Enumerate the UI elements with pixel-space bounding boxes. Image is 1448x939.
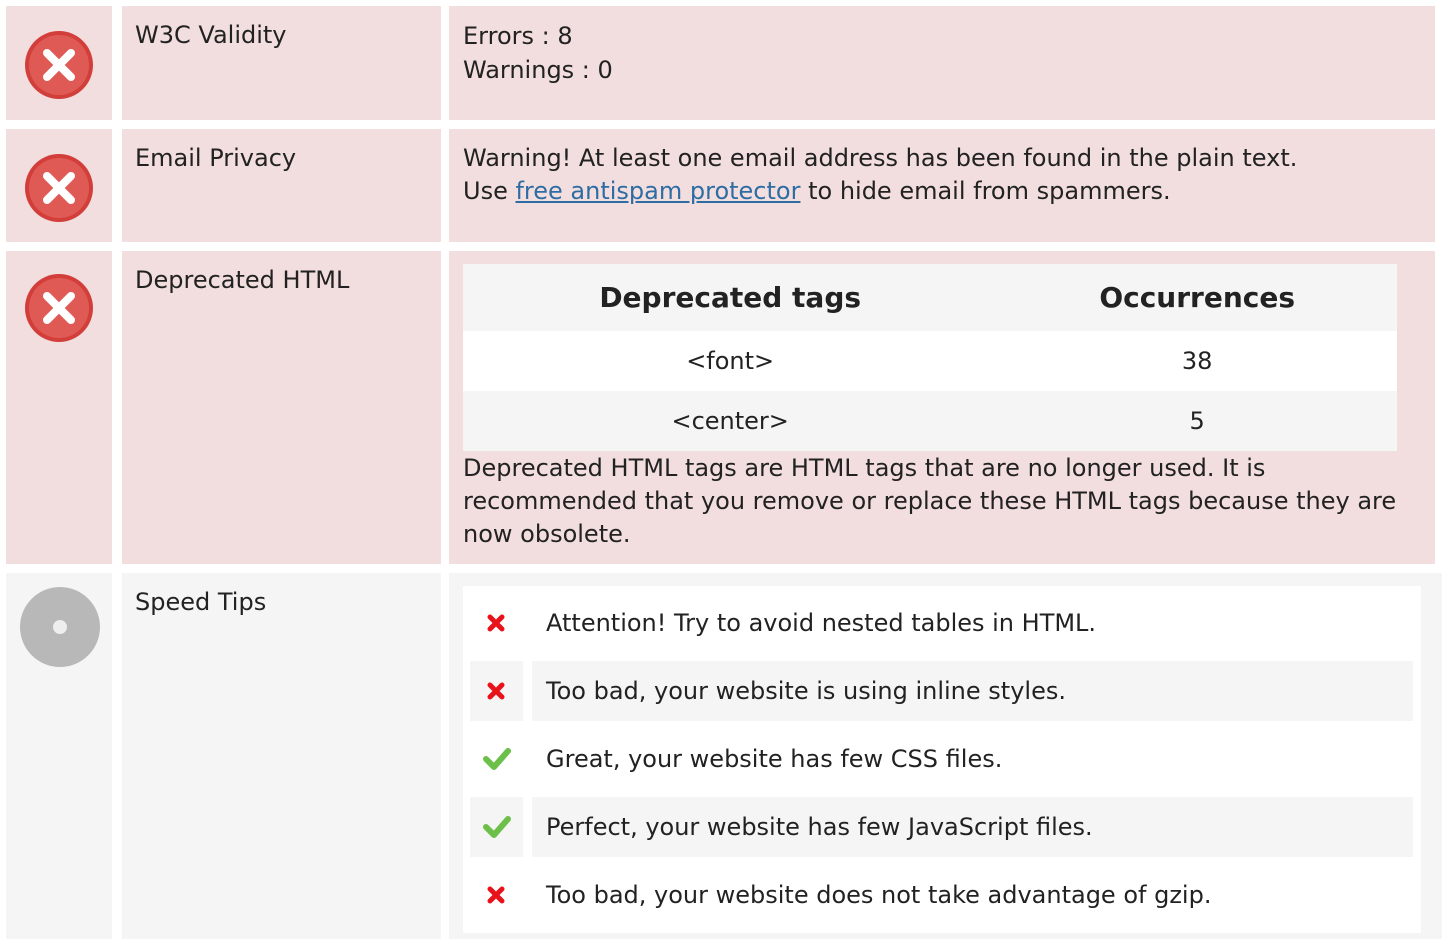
speed-tips-list: Attention! Try to avoid nested tables in…	[463, 586, 1421, 933]
result-cell: Warning! At least one email address has …	[449, 129, 1435, 242]
list-item: Too bad, your website does not take adva…	[470, 865, 1413, 925]
cross-icon	[470, 661, 523, 721]
neutral-status-icon	[20, 587, 100, 667]
check-label: Deprecated HTML	[135, 266, 350, 294]
email-advice: Use free antispam protector to hide emai…	[463, 177, 1171, 205]
check-label: Email Privacy	[135, 144, 297, 172]
count-cell: 5	[997, 391, 1397, 451]
label-cell: Deprecated HTML	[122, 251, 441, 564]
deprecated-description: Deprecated HTML tags are HTML tags that …	[463, 454, 1397, 548]
error-icon	[25, 154, 93, 222]
tip-text: Too bad, your website is using inline st…	[532, 661, 1413, 721]
tip-text: Great, your website has few CSS files.	[546, 745, 1003, 773]
deprecated-html-row: Deprecated HTML Deprecated tags Occurren…	[0, 251, 1448, 564]
result-cell: Deprecated tags Occurrences <font> 38 <c…	[449, 251, 1435, 564]
antispam-link[interactable]: free antispam protector	[515, 177, 800, 205]
status-cell	[6, 6, 112, 120]
list-item: Great, your website has few CSS files.	[470, 729, 1413, 789]
label-cell: Speed Tips	[122, 573, 441, 939]
list-item: Attention! Try to avoid nested tables in…	[470, 593, 1413, 653]
email-privacy-row: Email Privacy Warning! At least one emai…	[0, 129, 1448, 242]
label-cell: Email Privacy	[122, 129, 441, 242]
tip-text: Too bad, your website does not take adva…	[546, 881, 1212, 909]
speed-tips-row: Speed Tips Attention! Try to avoid neste…	[0, 573, 1448, 939]
tip-text: Perfect, your website has few JavaScript…	[532, 797, 1413, 857]
error-icon	[25, 31, 93, 99]
table-row: <center> 5	[463, 391, 1397, 451]
list-item: Perfect, your website has few JavaScript…	[470, 797, 1413, 857]
check-label: W3C Validity	[135, 21, 287, 49]
status-cell	[6, 251, 112, 564]
result-cell: Attention! Try to avoid nested tables in…	[449, 573, 1442, 939]
cross-icon	[470, 865, 523, 925]
status-cell	[6, 129, 112, 242]
label-cell: W3C Validity	[122, 6, 441, 120]
column-header-occurrences: Occurrences	[997, 264, 1397, 331]
tag-cell: <font>	[463, 331, 998, 391]
result-cell: Errors : 8 Warnings : 0	[449, 6, 1435, 120]
deprecated-tags-table: Deprecated tags Occurrences <font> 38 <c…	[463, 264, 1397, 451]
w3c-validity-row: W3C Validity Errors : 8 Warnings : 0	[0, 6, 1448, 120]
error-icon	[25, 274, 93, 342]
count-cell: 38	[997, 331, 1397, 391]
column-header-tag: Deprecated tags	[463, 264, 998, 331]
check-icon	[470, 797, 523, 857]
tip-text: Attention! Try to avoid nested tables in…	[546, 609, 1097, 637]
list-item: Too bad, your website is using inline st…	[470, 661, 1413, 721]
tag-cell: <center>	[463, 391, 998, 451]
warnings-count: Warnings : 0	[463, 56, 613, 84]
status-cell	[6, 573, 112, 939]
check-icon	[470, 729, 523, 789]
table-row: <font> 38	[463, 331, 1397, 391]
email-warning: Warning! At least one email address has …	[463, 144, 1298, 172]
cross-icon	[470, 593, 523, 653]
errors-count: Errors : 8	[463, 22, 573, 50]
check-label: Speed Tips	[135, 588, 267, 616]
